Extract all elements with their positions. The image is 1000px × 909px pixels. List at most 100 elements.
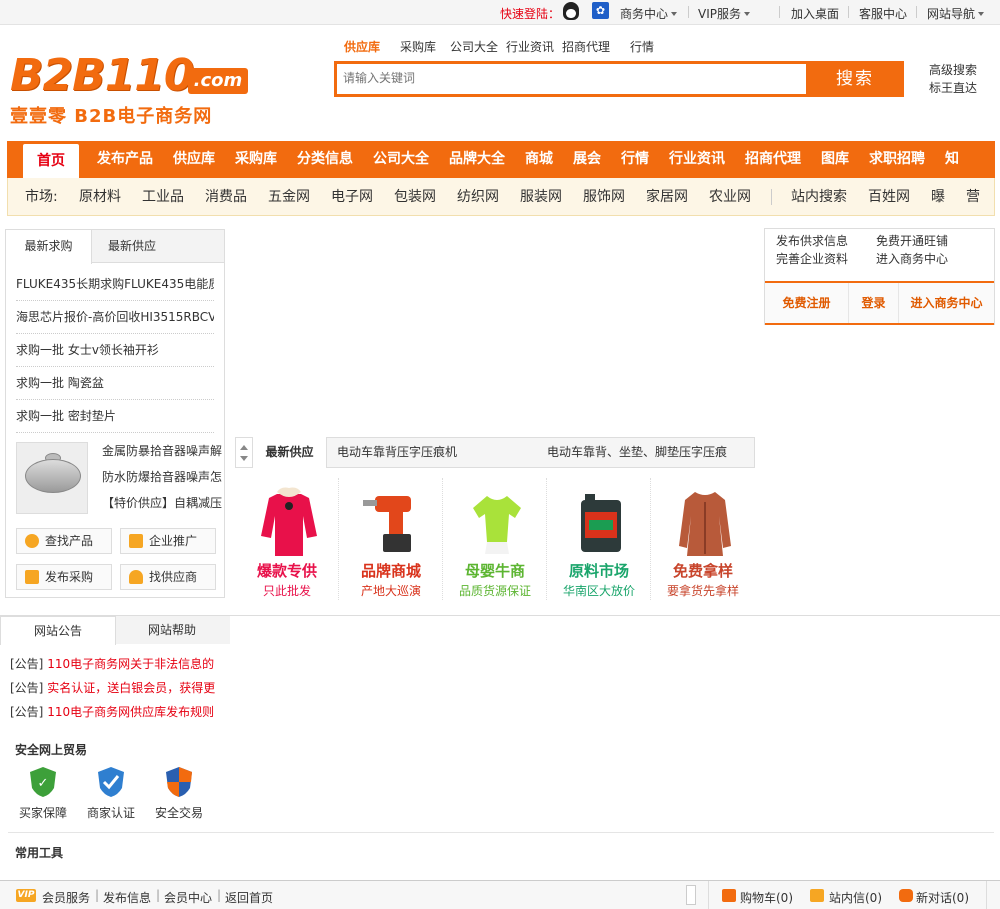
nav-item-gallery[interactable]: 图库	[821, 141, 849, 178]
nav-item-brand[interactable]: 品牌大全	[449, 141, 505, 178]
market-item[interactable]: 工业品	[142, 178, 184, 216]
chat-link[interactable]: 新对话(0)	[916, 889, 969, 906]
expose-link[interactable]: 曝	[931, 178, 945, 216]
promo-hot[interactable]: 爆款专供 只此批发	[235, 478, 339, 600]
nav-item-company[interactable]: 公司大全	[373, 141, 429, 178]
svg-text:✓: ✓	[38, 776, 49, 791]
tab-announcement[interactable]: 网站公告	[0, 616, 116, 645]
search-tab-company[interactable]: 公司大全	[450, 38, 498, 55]
promo-material[interactable]: 原料市场 华南区大放价	[547, 478, 651, 600]
nav-item-agent[interactable]: 招商代理	[745, 141, 801, 178]
customer-service-link[interactable]: 客服中心	[859, 5, 907, 22]
search-tab-supply[interactable]: 供应库	[344, 38, 380, 55]
chevron-up-icon[interactable]	[240, 445, 248, 450]
market-item[interactable]: 纺织网	[457, 178, 499, 216]
complete-profile-link[interactable]: 完善企业资料	[776, 250, 848, 267]
nav-item-supply[interactable]: 供应库	[173, 141, 215, 178]
mail-link[interactable]: 站内信(0)	[829, 889, 882, 906]
market-item[interactable]: 家居网	[646, 178, 688, 216]
promote-button[interactable]: 企业推广	[120, 528, 216, 554]
search-input[interactable]	[337, 64, 797, 92]
product-link[interactable]: 【特价供应】自耦减压	[102, 494, 224, 511]
nav-item-news[interactable]: 行业资讯	[669, 141, 725, 178]
market-item[interactable]: 原材料	[79, 178, 121, 216]
member-service-link[interactable]: 会员服务	[42, 889, 90, 906]
advanced-search-link[interactable]: 高级搜索	[929, 61, 977, 78]
product-link[interactable]: 防水防爆拾音器噪声怎	[102, 468, 224, 485]
site-nav-menu[interactable]: 网站导航	[927, 5, 985, 22]
list-item[interactable]: 求购一批 女士v领长袖开衫	[16, 334, 214, 367]
mail-icon	[810, 889, 824, 902]
list-item[interactable]: FLUKE435长期求购FLUKE435电能质	[16, 268, 214, 301]
list-item[interactable]: 海思芯片报价-高价回收HI3515RBCV	[16, 301, 214, 334]
tab-latest-purchase[interactable]: 最新求购	[6, 230, 92, 264]
nav-item-mall[interactable]: 商城	[525, 141, 553, 178]
find-supplier-button[interactable]: 找供应商	[120, 564, 216, 590]
nav-item-more[interactable]: 知	[945, 141, 959, 178]
notice-item[interactable]: [公告] 110电子商务网关于非法信息的	[10, 655, 214, 672]
promo-title: 母婴牛商	[464, 562, 525, 580]
promo-baby[interactable]: 母婴牛商 品质货源保证	[443, 478, 547, 600]
verified-icon	[98, 767, 124, 797]
market-item[interactable]: 包装网	[394, 178, 436, 216]
open-shop-link[interactable]: 免费开通旺铺	[876, 232, 948, 249]
list-item[interactable]: 求购一批 陶瓷盆	[16, 367, 214, 400]
baixing-link[interactable]: 百姓网	[868, 178, 910, 216]
vip-service-menu[interactable]: VIP服务	[698, 5, 750, 22]
direct-link[interactable]: 标王直达	[929, 79, 977, 96]
search-tab-news[interactable]: 行业资讯	[506, 38, 554, 55]
chevron-down-icon	[744, 12, 750, 16]
tab-help[interactable]: 网站帮助	[116, 616, 228, 644]
member-center-link[interactable]: 会员中心	[164, 889, 212, 906]
site-search-link[interactable]: 站内搜索	[791, 178, 847, 216]
market-item[interactable]: 消费品	[205, 178, 247, 216]
market-item[interactable]: 服饰网	[583, 178, 625, 216]
publish-link[interactable]: 发布信息	[103, 889, 151, 906]
supply-item[interactable]: 电动车靠背压字压痕机	[337, 438, 457, 467]
market-item[interactable]: 五金网	[268, 178, 310, 216]
promo-sample[interactable]: 免费拿样 要拿货先拿样	[651, 478, 755, 600]
home-link[interactable]: 返回首页	[225, 889, 273, 906]
search-tab-market[interactable]: 行情	[630, 38, 654, 55]
nav-item-home[interactable]: 首页	[23, 144, 79, 178]
supply-ticker: 最新供应 电动车靠背压字压痕机 电动车靠背、坐垫、脚垫压字压痕	[235, 437, 755, 468]
market-item[interactable]: 服装网	[520, 178, 562, 216]
nav-item-quotes[interactable]: 行情	[621, 141, 649, 178]
site-logo[interactable]: B2B110 .com 壹壹零 B2B电子商务网	[10, 52, 250, 127]
find-product-button[interactable]: 查找产品	[16, 528, 112, 554]
tab-latest-supply[interactable]: 最新供应	[92, 230, 172, 263]
nav-item-purchase[interactable]: 采购库	[235, 141, 277, 178]
enter-center-link[interactable]: 进入商务中心	[876, 250, 948, 267]
promo-subtitle: 只此批发	[262, 584, 311, 598]
marketing-link[interactable]: 营	[966, 178, 980, 216]
product-link[interactable]: 金属防暴拾音器噪声解	[102, 442, 224, 459]
logo-domain: .com	[188, 68, 248, 94]
baidu-login-icon[interactable]: ✿	[592, 2, 609, 19]
register-button[interactable]: 免费注册	[765, 283, 849, 323]
notice-item[interactable]: [公告] 实名认证，送白银会员，获得更	[10, 679, 215, 696]
product-thumbnail[interactable]	[16, 442, 88, 514]
notice-item[interactable]: [公告] 110电子商务网供应库发布规则	[10, 703, 214, 720]
business-center-menu[interactable]: 商务中心	[620, 5, 678, 22]
list-item[interactable]: 求购一批 密封垫片	[16, 400, 214, 433]
nav-item-expo[interactable]: 展会	[573, 141, 601, 178]
business-center-button[interactable]: 进入商务中心	[899, 283, 994, 323]
market-item[interactable]: 农业网	[709, 178, 751, 216]
publish-info-link[interactable]: 发布供求信息	[776, 232, 848, 249]
nav-item-jobs[interactable]: 求职招聘	[869, 141, 925, 178]
add-desktop-link[interactable]: 加入桌面	[791, 5, 839, 22]
market-item[interactable]: 电子网	[331, 178, 373, 216]
chevron-down-icon[interactable]	[240, 456, 248, 461]
search-button[interactable]: 搜索	[806, 61, 904, 97]
qq-login-icon[interactable]	[563, 2, 579, 20]
search-tab-purchase[interactable]: 采购库	[400, 38, 436, 55]
search-tab-agent[interactable]: 招商代理	[562, 38, 610, 55]
publish-purchase-button[interactable]: 发布采购	[16, 564, 112, 590]
nav-item-classified[interactable]: 分类信息	[297, 141, 353, 178]
nav-item-publish[interactable]: 发布产品	[97, 141, 153, 178]
scroll-handle[interactable]	[686, 885, 696, 905]
supply-item[interactable]: 电动车靠背、坐垫、脚垫压字压痕	[547, 438, 727, 467]
promo-brand[interactable]: 品牌商城 产地大巡演	[339, 478, 443, 600]
cart-link[interactable]: 购物车(0)	[740, 889, 793, 906]
login-button[interactable]: 登录	[849, 283, 899, 323]
